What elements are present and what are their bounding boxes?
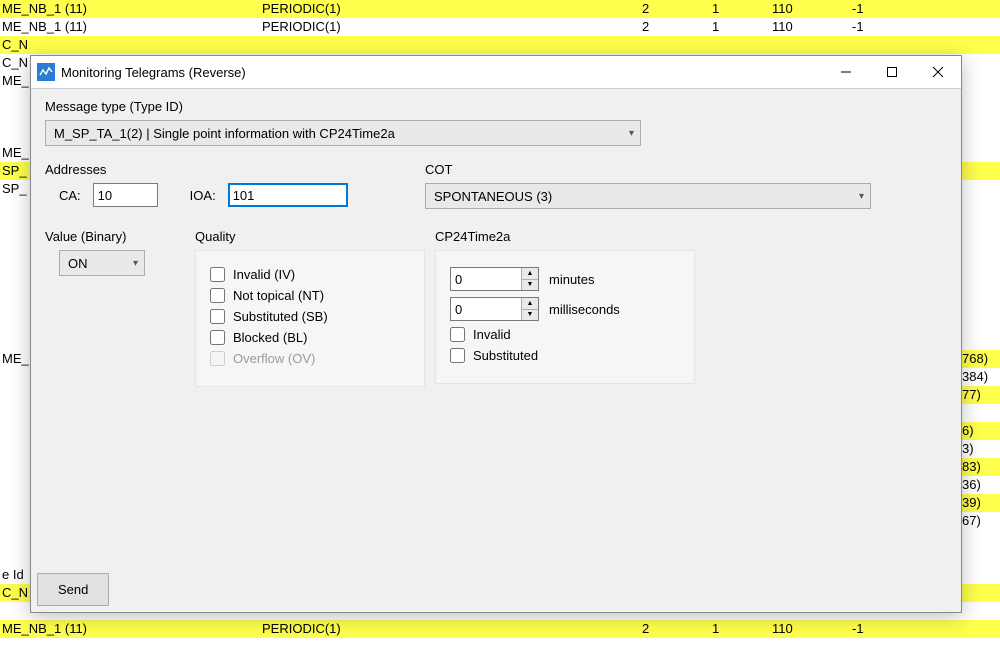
quality-blocked-label: Blocked (BL) xyxy=(233,330,307,345)
stepper-up-icon[interactable]: ▲ xyxy=(522,268,538,280)
window-title: Monitoring Telegrams (Reverse) xyxy=(61,65,823,80)
stepper-down-icon[interactable]: ▼ xyxy=(522,280,538,291)
table-row: 67) xyxy=(960,512,1000,530)
ioa-input[interactable] xyxy=(228,183,348,207)
quality-section: Quality Invalid (IV) Not topical (NT) Su… xyxy=(195,227,425,387)
monitoring-telegrams-dialog: Monitoring Telegrams (Reverse) Message t… xyxy=(30,55,962,613)
minutes-label: minutes xyxy=(549,272,595,287)
value-label: Value (Binary) xyxy=(45,229,185,244)
value-selected: ON xyxy=(68,256,88,271)
ca-input[interactable] xyxy=(93,183,158,207)
minutes-stepper[interactable]: ▲ ▼ xyxy=(450,267,539,291)
cp24-invalid-checkbox[interactable]: Invalid xyxy=(450,327,680,342)
table-row: 36) xyxy=(960,476,1000,494)
checkbox-icon[interactable] xyxy=(210,309,225,324)
cot-section: COT SPONTANEOUS (3) ▾ xyxy=(425,160,947,209)
table-row: 384) xyxy=(960,368,1000,386)
checkbox-icon[interactable] xyxy=(450,327,465,342)
checkbox-icon[interactable] xyxy=(450,348,465,363)
addresses-section: Addresses CA: IOA: xyxy=(45,160,425,207)
table-row: ME_NB_1 (11)PERIODIC(1)21110-1 xyxy=(0,620,1000,638)
quality-label: Quality xyxy=(195,229,425,244)
value-section: Value (Binary) ON ▾ xyxy=(45,227,185,387)
stepper-down-icon[interactable]: ▼ xyxy=(522,310,538,321)
close-button[interactable] xyxy=(915,56,961,88)
cp24-label: CP24Time2a xyxy=(435,229,695,244)
quality-overflow-checkbox: Overflow (OV) xyxy=(210,351,410,366)
chevron-down-icon: ▾ xyxy=(619,128,634,139)
quality-blocked-checkbox[interactable]: Blocked (BL) xyxy=(210,330,410,345)
dialog-content: Message type (Type ID) M_SP_TA_1(2) | Si… xyxy=(31,89,961,612)
milliseconds-label: milliseconds xyxy=(549,302,620,317)
minimize-button[interactable] xyxy=(823,56,869,88)
table-row: 6) xyxy=(960,422,1000,440)
send-button[interactable]: Send xyxy=(37,573,109,606)
cot-label: COT xyxy=(425,162,947,177)
table-row: 39) xyxy=(960,494,1000,512)
table-row: 768) xyxy=(960,350,1000,368)
stepper-up-icon[interactable]: ▲ xyxy=(522,298,538,310)
table-row: ME_NB_1 (11)PERIODIC(1)21110-1 xyxy=(0,18,1000,36)
cp24time2a-section: CP24Time2a ▲ ▼ minutes xyxy=(435,227,695,387)
table-row: 3) xyxy=(960,440,1000,458)
cp24-invalid-label: Invalid xyxy=(473,327,511,342)
quality-substituted-label: Substituted (SB) xyxy=(233,309,328,324)
ioa-label: IOA: xyxy=(190,188,216,203)
table-row xyxy=(960,404,1000,422)
quality-substituted-checkbox[interactable]: Substituted (SB) xyxy=(210,309,410,324)
value-select[interactable]: ON ▾ xyxy=(59,250,145,276)
app-icon xyxy=(37,63,55,81)
cp24-substituted-checkbox[interactable]: Substituted xyxy=(450,348,680,363)
cp24-substituted-label: Substituted xyxy=(473,348,538,363)
milliseconds-stepper[interactable]: ▲ ▼ xyxy=(450,297,539,321)
message-type-value: M_SP_TA_1(2) | Single point information … xyxy=(54,126,395,141)
minutes-input[interactable] xyxy=(451,268,521,290)
ca-label: CA: xyxy=(59,188,81,203)
message-type-label: Message type (Type ID) xyxy=(45,99,947,114)
addresses-label: Addresses xyxy=(45,162,425,177)
chevron-down-icon: ▾ xyxy=(849,191,864,202)
table-row: 83) xyxy=(960,458,1000,476)
quality-not-topical-checkbox[interactable]: Not topical (NT) xyxy=(210,288,410,303)
background-right-column: 768)384)77) 6)3)83)36)39)67) xyxy=(960,350,1000,530)
quality-invalid-checkbox[interactable]: Invalid (IV) xyxy=(210,267,410,282)
checkbox-icon[interactable] xyxy=(210,267,225,282)
milliseconds-input[interactable] xyxy=(451,298,521,320)
table-row: ME_NB_1 (11)PERIODIC(1)21110-1 xyxy=(0,0,1000,18)
checkbox-icon[interactable] xyxy=(210,330,225,345)
cot-select[interactable]: SPONTANEOUS (3) ▾ xyxy=(425,183,871,209)
titlebar: Monitoring Telegrams (Reverse) xyxy=(31,56,961,89)
maximize-button[interactable] xyxy=(869,56,915,88)
quality-not-topical-label: Not topical (NT) xyxy=(233,288,324,303)
checkbox-icon xyxy=(210,351,225,366)
checkbox-icon[interactable] xyxy=(210,288,225,303)
cot-value: SPONTANEOUS (3) xyxy=(434,189,552,204)
table-row: 77) xyxy=(960,386,1000,404)
table-row: C_N xyxy=(0,36,1000,54)
chevron-down-icon: ▾ xyxy=(123,258,138,269)
quality-overflow-label: Overflow (OV) xyxy=(233,351,315,366)
quality-invalid-label: Invalid (IV) xyxy=(233,267,295,282)
message-type-select[interactable]: M_SP_TA_1(2) | Single point information … xyxy=(45,120,641,146)
